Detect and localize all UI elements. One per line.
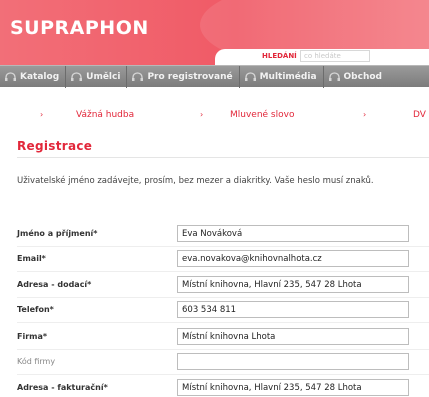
main-navigation: Katalog Umělci Pro registrované Multiméd… <box>0 65 429 88</box>
field-label: Email* <box>17 254 46 263</box>
nav-item-multimedia[interactable]: Multimédia <box>240 65 324 88</box>
headphones-icon <box>71 72 83 81</box>
field-label: Telefon* <box>17 305 54 314</box>
nav-item-obchod[interactable]: Obchod <box>324 66 388 88</box>
field-label: Adresa - dodací* <box>17 280 92 289</box>
field-label: Kód firmy <box>17 357 56 366</box>
form-row-name: Jméno a příjmení* Eva Nováková <box>17 225 429 247</box>
subnav-item-dvd[interactable]: DV <box>413 110 426 120</box>
headphones-icon <box>244 72 256 81</box>
sub-navigation: › Vážná hudba › Mluvené slovo › DV <box>0 110 429 124</box>
delivery-address-field[interactable]: Místní knihovna, Hlavní 235, 547 28 Lhot… <box>177 276 409 293</box>
billing-address-field[interactable]: Místní knihovna, Hlavní 235, 547 28 Lhot… <box>177 379 409 396</box>
subnav-item-vazna-hudba[interactable]: Vážná hudba <box>76 110 134 120</box>
row-divider <box>17 246 429 247</box>
headphones-icon <box>5 72 16 81</box>
field-label: Jméno a příjmení* <box>17 229 98 238</box>
form-row-delivery-address: Adresa - dodací* Místní knihovna, Hlavní… <box>17 276 429 298</box>
subnav-item-mluvene-slovo[interactable]: Mluvené slovo <box>230 110 294 120</box>
row-divider <box>17 322 429 323</box>
form-row-phone: Telefon* 603 534 811 <box>17 301 429 323</box>
nav-item-label: Obchod <box>343 71 382 82</box>
chevron-right-icon: › <box>200 110 204 119</box>
email-field[interactable]: eva.novakova@knihovnalhota.cz <box>177 250 409 267</box>
nav-item-label: Umělci <box>86 71 121 82</box>
nav-item-katalog[interactable]: Katalog <box>0 65 67 88</box>
title-divider <box>17 157 429 158</box>
row-divider <box>17 374 429 375</box>
field-label: Firma* <box>17 332 48 341</box>
intro-text: Uživatelské jméno zadávejte, prosím, bez… <box>17 176 374 186</box>
chevron-right-icon: › <box>40 110 44 119</box>
company-code-field[interactable] <box>177 353 409 370</box>
site-header: SUPRAPHON HLEDÁNÍ <box>0 0 429 65</box>
search-input[interactable] <box>300 50 370 62</box>
search-label: HLEDÁNÍ <box>262 52 297 60</box>
field-label: Adresa - fakturační* <box>17 383 108 392</box>
name-field[interactable]: Eva Nováková <box>177 225 409 242</box>
headphones-icon <box>328 72 340 81</box>
form-row-company: Firma* Místní knihovna Lhota <box>17 328 429 350</box>
supraphon-logo[interactable]: SUPRAPHON <box>10 17 149 39</box>
form-row-company-code: Kód firmy <box>17 353 429 375</box>
row-divider <box>17 349 429 350</box>
headphones-icon <box>132 72 144 81</box>
phone-field[interactable]: 603 534 811 <box>177 301 409 318</box>
nav-item-umelci[interactable]: Umělci <box>66 65 128 88</box>
chevron-right-icon: › <box>363 110 367 119</box>
form-row-email: Email* eva.novakova@knihovnalhota.cz <box>17 250 429 272</box>
row-divider <box>17 271 429 272</box>
company-field[interactable]: Místní knihovna Lhota <box>177 328 409 345</box>
nav-item-pro-registrovane[interactable]: Pro registrované <box>127 65 240 88</box>
page-title: Registrace <box>17 139 93 153</box>
row-divider <box>17 297 429 298</box>
form-row-billing-address: Adresa - fakturační* Místní knihovna, Hl… <box>17 379 429 397</box>
nav-item-label: Pro registrované <box>147 71 233 82</box>
nav-item-label: Katalog <box>20 71 60 82</box>
nav-item-label: Multimédia <box>259 71 317 82</box>
